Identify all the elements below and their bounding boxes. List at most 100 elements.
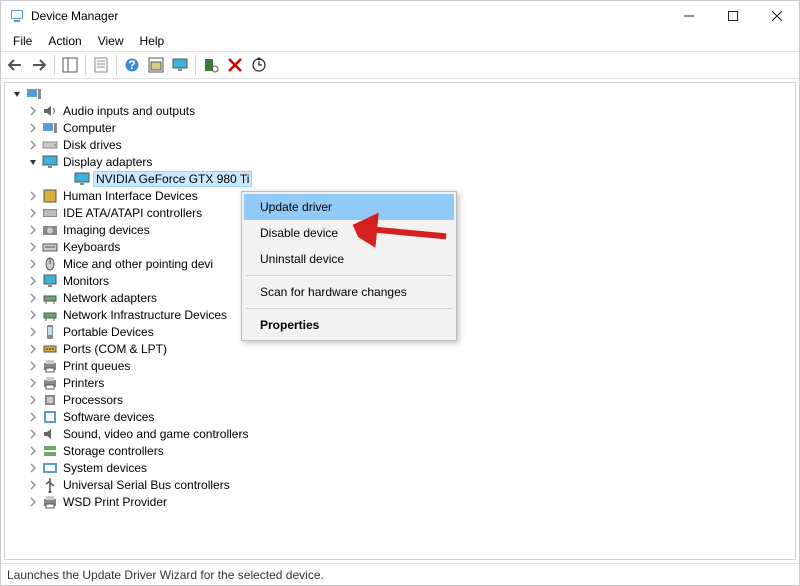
expand-toggle-icon[interactable] [27,242,39,252]
printer-icon [42,494,58,510]
toolbar-separator [116,55,117,75]
forward-button[interactable] [27,53,51,77]
expand-toggle-icon[interactable] [27,157,39,167]
scan-button[interactable] [199,53,223,77]
keyboard-icon [42,239,58,255]
expand-toggle-icon[interactable] [27,293,39,303]
tree-item-label: Audio inputs and outputs [61,104,197,118]
tree-item[interactable]: Sound, video and game controllers [27,425,795,442]
properties-button[interactable] [89,53,113,77]
menu-help[interactable]: Help [132,32,173,50]
expand-toggle-icon[interactable] [27,140,39,150]
tree-item-label: NVIDIA GeForce GTX 980 Ti [93,171,252,187]
expand-toggle-icon[interactable] [27,106,39,116]
expand-toggle-icon[interactable] [27,378,39,388]
tree-item-label: Imaging devices [61,223,152,237]
expand-toggle-icon[interactable] [27,497,39,507]
context-separator [246,275,452,276]
menu-view[interactable]: View [90,32,132,50]
tree-item[interactable]: System devices [27,459,795,476]
context-menu-item[interactable]: Update driver [244,194,454,220]
tree-item[interactable]: Print queues [27,357,795,374]
expand-toggle-icon[interactable] [27,310,39,320]
tree-item-label: Software devices [61,410,156,424]
expand-toggle-icon[interactable] [27,429,39,439]
tree-item-label: Ports (COM & LPT) [61,342,169,356]
device-tree-pane: Audio inputs and outputsComputer Disk dri… [4,82,796,560]
expand-toggle-icon[interactable] [27,412,39,422]
app-icon [9,8,25,24]
expand-toggle-icon[interactable] [27,395,39,405]
tree-item[interactable]: Software devices [27,408,795,425]
delete-button[interactable] [223,53,247,77]
context-menu-item[interactable]: Uninstall device [244,246,454,272]
back-button[interactable] [3,53,27,77]
tree-item[interactable]: Disk drives [27,136,795,153]
toolbar-separator [54,55,55,75]
expand-toggle-icon[interactable] [27,208,39,218]
context-menu-item[interactable]: Properties [244,312,454,338]
tree-item[interactable]: WSD Print Provider [27,493,795,510]
expand-toggle-icon[interactable] [27,123,39,133]
properties-pane-button[interactable] [58,53,82,77]
expand-toggle-icon[interactable] [27,327,39,337]
toolbar: ? [1,51,799,79]
close-button[interactable] [755,1,799,31]
maximize-button[interactable] [711,1,755,31]
system-icon [42,460,58,476]
tree-item[interactable]: Audio inputs and outputs [27,102,795,119]
tree-root[interactable] [11,85,795,102]
expand-toggle-icon[interactable] [27,446,39,456]
context-menu-item[interactable]: Disable device [244,220,454,246]
tree-item[interactable]: Computer [27,119,795,136]
tree-item[interactable]: Universal Serial Bus controllers [27,476,795,493]
tree-item-label: Disk drives [61,138,124,152]
menubar: File Action View Help [1,31,799,51]
menu-file[interactable]: File [5,32,40,50]
tree-item[interactable]: Processors [27,391,795,408]
toolbar-separator [85,55,86,75]
tree-item-label: Universal Serial Bus controllers [61,478,232,492]
tree-item[interactable]: Printers [27,374,795,391]
minimize-button[interactable] [667,1,711,31]
expand-toggle-icon[interactable] [27,259,39,269]
display-icon [42,154,58,170]
status-text: Launches the Update Driver Wizard for th… [7,568,324,582]
printer-icon [42,375,58,391]
tree-item-label: Print queues [61,359,132,373]
hid-icon [42,188,58,204]
tree-item-label: Human Interface Devices [61,189,200,203]
tree-item-label: WSD Print Provider [61,495,169,509]
expand-toggle-icon[interactable] [27,480,39,490]
tree-item-label: Processors [61,393,125,407]
expand-toggle-icon[interactable] [27,276,39,286]
tree-item-label: Storage controllers [61,444,166,458]
show-hidden-button[interactable] [144,53,168,77]
network-icon [42,290,58,306]
expand-toggle-icon[interactable] [27,463,39,473]
storage-icon [42,443,58,459]
help-button[interactable]: ? [120,53,144,77]
printer-icon [42,358,58,374]
monitor-icon [42,273,58,289]
menu-action[interactable]: Action [40,32,89,50]
tree-item[interactable]: Ports (COM & LPT) [27,340,795,357]
network-icon [42,307,58,323]
context-separator [246,308,452,309]
expand-toggle-icon[interactable] [27,344,39,354]
speaker-icon [42,103,58,119]
tree-item-label: IDE ATA/ATAPI controllers [61,206,204,220]
expand-toggle-icon[interactable] [27,225,39,235]
tree-item-label: Sound, video and game controllers [61,427,250,441]
expand-toggle-icon[interactable] [27,361,39,371]
context-menu-item[interactable]: Scan for hardware changes [244,279,454,305]
display-icon [74,171,90,187]
tree-item[interactable]: Display adapters [27,153,795,170]
update-button[interactable] [247,53,271,77]
tree-item-label: Printers [61,376,106,390]
window-titlebar: Device Manager [1,1,799,31]
monitor-button[interactable] [168,53,192,77]
expand-toggle-icon[interactable] [27,191,39,201]
tree-item[interactable]: NVIDIA GeForce GTX 980 Ti [59,170,795,187]
tree-item[interactable]: Storage controllers [27,442,795,459]
